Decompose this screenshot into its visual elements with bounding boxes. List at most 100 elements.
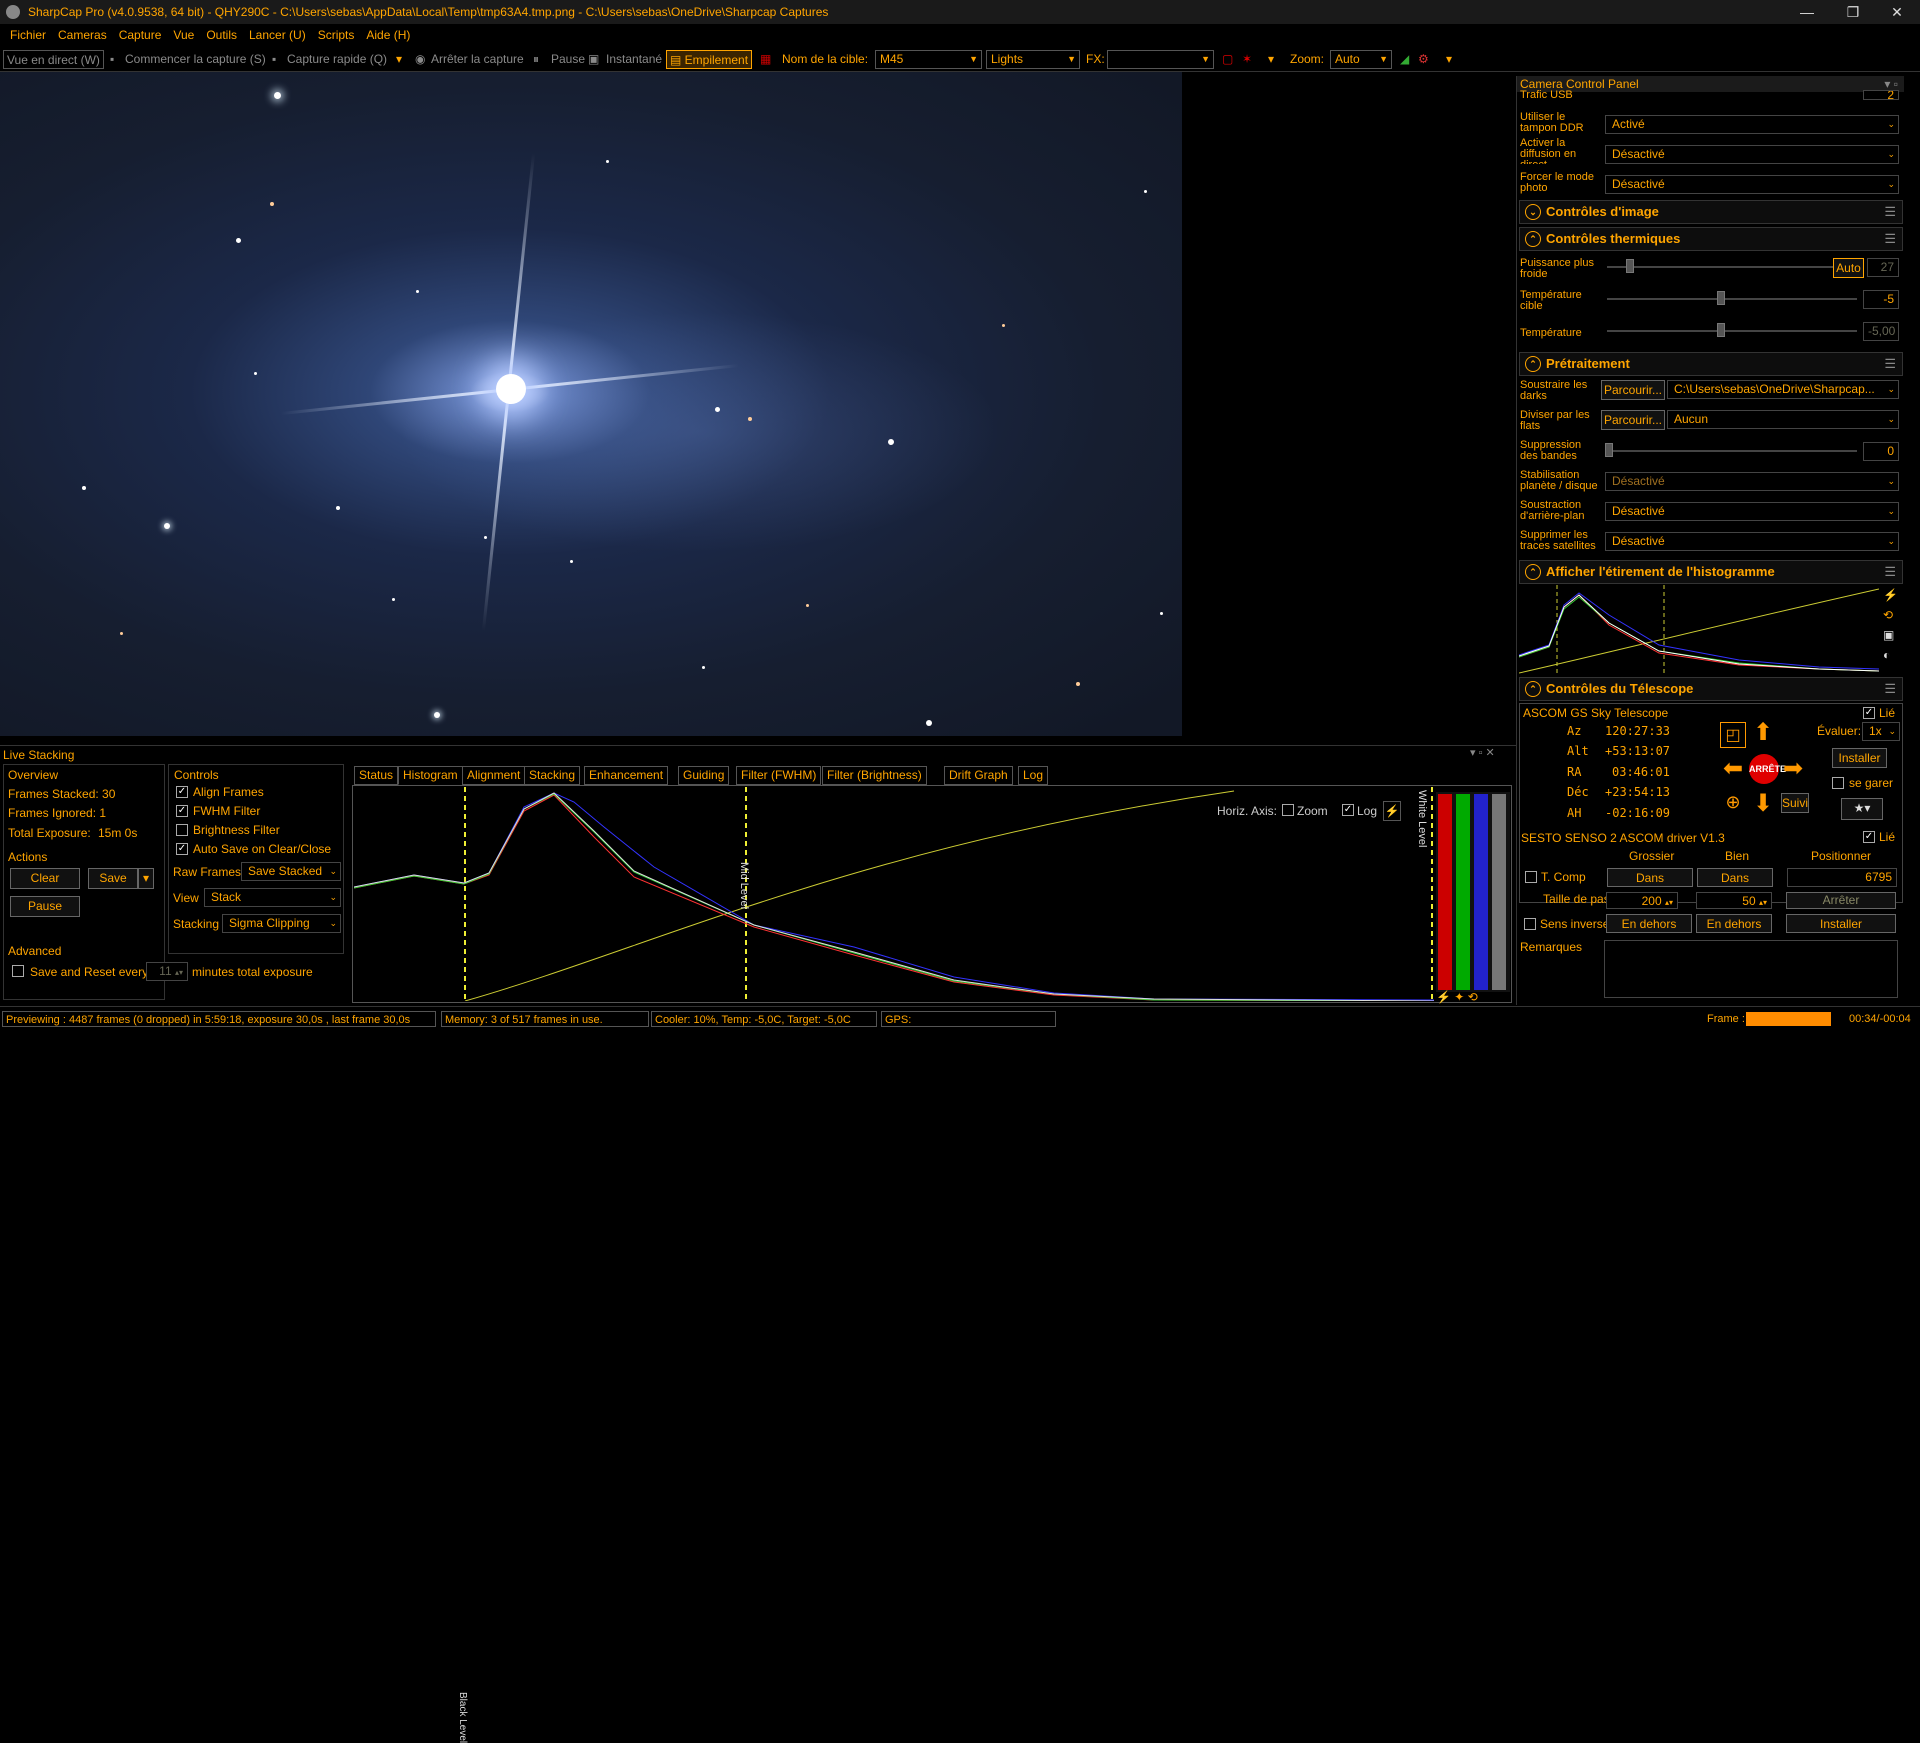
stabilization-select[interactable]: Désactivé ⌄ [1605, 472, 1899, 491]
histogram-stretch-chart[interactable] [1519, 585, 1879, 675]
banding-slider-handle[interactable] [1605, 443, 1613, 457]
settings-icon[interactable]: ⚙ [1418, 50, 1429, 69]
darks-select[interactable]: C:\Users\sebas\OneDrive\Sharpcap... ⌄ [1667, 380, 1899, 399]
arrow-right-icon[interactable]: ➡ [1780, 756, 1806, 782]
focuser-stop-button[interactable]: Arrêter [1786, 892, 1896, 909]
blue-level-slider[interactable] [1474, 794, 1488, 990]
zoom-select[interactable]: Auto ▼ [1330, 50, 1392, 69]
cooler-value[interactable]: 27 [1867, 258, 1899, 277]
align-frames-checkbox[interactable]: ✓ [176, 786, 188, 798]
menu-scripts[interactable]: Scripts [318, 28, 355, 42]
ddr-select[interactable]: Activé ⌄ [1605, 115, 1899, 134]
tab-status[interactable]: Status [354, 766, 399, 785]
cooler-slider-handle[interactable] [1626, 259, 1634, 273]
roi-icon[interactable]: ▢ [1222, 50, 1233, 69]
fwhm-checkbox[interactable]: ✓ [176, 805, 188, 817]
reverse-checkbox[interactable] [1524, 918, 1536, 930]
histogram-icon[interactable]: ◢ [1400, 50, 1409, 69]
tab-drift-graph[interactable]: Drift Graph [944, 766, 1013, 785]
fine-in-button[interactable]: Dans [1697, 868, 1773, 887]
satellite-select[interactable]: Désactivé ⌄ [1605, 532, 1899, 551]
minimize-button[interactable]: — [1784, 0, 1830, 24]
target-temp-slider[interactable] [1607, 298, 1857, 300]
auto-icon[interactable]: ⚡ [1436, 990, 1451, 1004]
focuser-linked-checkbox[interactable]: ✓ [1863, 831, 1875, 843]
pause-button[interactable]: Pause [10, 896, 80, 917]
save-reset-checkbox[interactable] [12, 965, 24, 977]
menu-fichier[interactable]: Fichier [10, 28, 46, 42]
flats-browse-button[interactable]: Parcourir... [1601, 410, 1665, 430]
live-view-button[interactable]: Vue en direct (W) [3, 50, 104, 69]
tab-alignment[interactable]: Alignment [462, 766, 526, 785]
quick-capture-dropdown-icon[interactable]: ▾ [396, 50, 402, 69]
green-level-slider[interactable] [1456, 794, 1470, 990]
fx-select[interactable]: ▼ [1107, 50, 1214, 69]
menu-cameras[interactable]: Cameras [58, 28, 107, 42]
arrow-left-icon[interactable]: ⬅ [1720, 756, 1746, 782]
menu-capture[interactable]: Capture [119, 28, 162, 42]
stop-capture-button[interactable]: Arrêter la capture [431, 50, 524, 69]
photo-mode-select[interactable]: Désactivé ⌄ [1605, 175, 1899, 194]
usb-value[interactable]: 2 [1863, 90, 1899, 100]
menu-lancer[interactable]: Lancer (U) [249, 28, 306, 42]
stop-button[interactable]: ARRÊTE [1749, 754, 1786, 784]
stacking-mode-select[interactable]: Sigma Clipping ⌄ [222, 914, 341, 933]
tab-guiding[interactable]: Guiding [678, 766, 730, 785]
banding-value[interactable]: 0 [1863, 442, 1899, 461]
menu-icon[interactable]: ☰ [1884, 201, 1896, 223]
section-preprocessing[interactable]: ⌃ Prétraitement ☰ [1519, 352, 1903, 376]
clear-button[interactable]: Clear [10, 868, 80, 889]
auto-stretch-icon[interactable]: ⚡ [1883, 588, 1898, 602]
fine-out-button[interactable]: En dehors [1696, 914, 1772, 933]
rate-select[interactable]: 1x ⌄ [1862, 722, 1900, 741]
brightness-checkbox[interactable] [176, 824, 188, 836]
arrow-up-icon[interactable]: ⬆ [1750, 720, 1776, 746]
view-select[interactable]: Stack ⌄ [204, 888, 341, 907]
notes-textarea[interactable] [1604, 940, 1898, 998]
sync-icon[interactable]: ◰ [1720, 722, 1746, 748]
contrast-icon[interactable]: ◐ [1883, 648, 1890, 662]
tracking-button[interactable]: Suivi [1781, 793, 1809, 813]
menu-icon[interactable]: ☰ [1884, 353, 1896, 375]
tab-log[interactable]: Log [1018, 766, 1049, 785]
stacking-button[interactable]: ▤ Empilement [666, 50, 753, 69]
target-center-icon[interactable]: ⊕ [1720, 789, 1746, 815]
stack-histogram-chart[interactable] [354, 787, 1434, 1001]
bg-subtraction-select[interactable]: Désactivé ⌄ [1605, 502, 1899, 521]
stepper-icon[interactable]: ▴▾ [1759, 898, 1767, 907]
log-checkbox[interactable]: ✓ [1342, 804, 1354, 816]
tab-stacking[interactable]: Stacking [524, 766, 581, 785]
stream-select[interactable]: Désactivé ⌄ [1605, 145, 1899, 164]
star-icon[interactable]: ✦ [1454, 990, 1464, 1004]
save-icon[interactable]: ▣ [1883, 628, 1894, 642]
luma-level-slider[interactable] [1492, 794, 1506, 990]
darks-browse-button[interactable]: Parcourir... [1601, 380, 1665, 400]
save-reset-input[interactable]: 11 ▴▾ [146, 962, 188, 981]
telescope-linked-checkbox[interactable]: ✓ [1863, 707, 1875, 719]
pane-controls-icon[interactable]: ▾ ▫ ✕ [1470, 746, 1495, 759]
tcomp-checkbox[interactable] [1525, 871, 1537, 883]
tab-filter-fwhm[interactable]: Filter (FWHM) [736, 766, 822, 785]
tab-enhancement[interactable]: Enhancement [584, 766, 669, 785]
save-dropdown-button[interactable]: ▾ [138, 868, 154, 889]
red-level-slider[interactable] [1438, 794, 1452, 990]
telescope-install-button[interactable]: Installer [1832, 748, 1887, 768]
auto-stretch-icon[interactable]: ⚡ [1383, 801, 1401, 821]
quick-capture-button[interactable]: Capture rapide (Q) [287, 50, 387, 69]
stepper-icon[interactable]: ▴▾ [175, 968, 183, 977]
autosave-checkbox[interactable]: ✓ [176, 843, 188, 855]
reset-icon[interactable]: ⟲ [1468, 990, 1478, 1004]
snapshot-button[interactable]: Instantané [606, 50, 662, 69]
raw-frames-select[interactable]: Save Stacked ⌄ [241, 862, 341, 881]
frame-type-select[interactable]: Lights ▼ [986, 50, 1080, 69]
cooler-auto-button[interactable]: Auto [1833, 258, 1864, 278]
park-checkbox[interactable] [1832, 777, 1844, 789]
crosshair-dropdown-icon[interactable]: ▾ [1268, 50, 1274, 69]
focuser-install-button[interactable]: Installer [1786, 914, 1896, 933]
menu-icon[interactable]: ☰ [1884, 228, 1896, 250]
menu-icon[interactable]: ☰ [1884, 561, 1896, 583]
flats-select[interactable]: Aucun ⌄ [1667, 410, 1899, 429]
tab-histogram[interactable]: Histogram [398, 766, 463, 785]
close-button[interactable]: ✕ [1874, 0, 1920, 24]
save-button[interactable]: Save [88, 868, 138, 889]
